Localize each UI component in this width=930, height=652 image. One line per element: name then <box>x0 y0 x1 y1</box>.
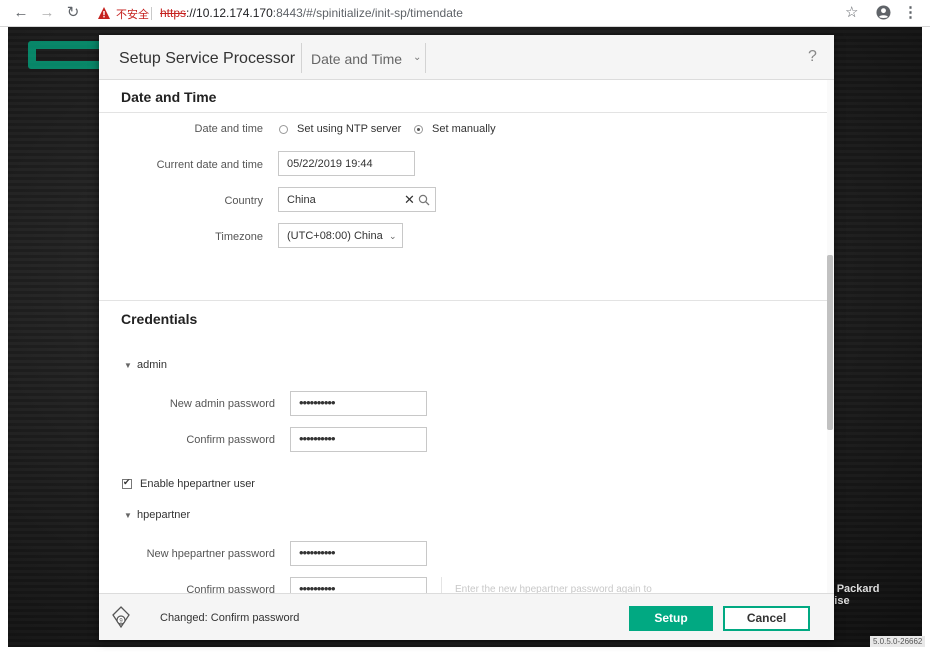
country-label: Country <box>224 195 263 207</box>
enable-hpepartner-label[interactable]: Enable hpepartner user <box>140 478 255 490</box>
clear-icon[interactable]: ✕ <box>404 192 415 208</box>
enable-hpepartner-checkbox[interactable] <box>122 477 132 489</box>
warning-triangle-icon[interactable] <box>97 6 111 20</box>
admin-new-password-input[interactable]: •••••••••• <box>290 391 427 416</box>
dialog-footer: 9 Changed: Confirm password Setup Cancel <box>99 593 834 640</box>
chevron-down-icon[interactable]: ⌄ <box>389 231 397 242</box>
credentials-section-title: Credentials <box>121 311 198 327</box>
browser-menu-icon[interactable]: ⋮ <box>903 3 918 21</box>
admin-group-toggle[interactable]: admin <box>137 359 167 371</box>
admin-new-password-label: New admin password <box>169 398 275 410</box>
header-divider <box>301 43 302 73</box>
manual-option-label[interactable]: Set manually <box>432 123 496 135</box>
current-date-time-input[interactable]: 05/22/2019 19:44 <box>278 151 415 176</box>
hpepartner-group-toggle[interactable]: hpepartner <box>137 509 190 521</box>
forward-arrow-icon[interactable]: → <box>38 4 56 22</box>
brand-line-2: rise <box>830 595 850 607</box>
address-separator <box>151 7 152 20</box>
brand-text: t Packard rise <box>830 583 880 607</box>
back-arrow-icon[interactable]: ← <box>12 4 30 22</box>
country-value: China <box>287 194 316 206</box>
bookmark-star-icon[interactable]: ☆ <box>845 3 858 21</box>
insecure-label[interactable]: 不安全 <box>116 6 149 22</box>
cancel-button[interactable]: Cancel <box>723 606 810 631</box>
account-icon[interactable] <box>876 5 891 20</box>
url-host: ://10.12.174.170 <box>186 6 273 20</box>
ntp-option-label[interactable]: Set using NTP server <box>297 123 401 135</box>
brand-line-1: t Packard <box>830 583 880 595</box>
scrollbar-thumb[interactable] <box>827 255 833 430</box>
collapse-triangle-icon[interactable]: ▼ <box>124 511 132 520</box>
date-time-mode-label: Date and time <box>194 123 263 135</box>
change-status: Changed: Confirm password <box>160 612 300 624</box>
timezone-label: Timezone <box>215 231 263 243</box>
dialog-header: Setup Service Processor Date and Time ⌄ … <box>99 35 834 80</box>
url-path: :8443/#/spinitialize/init-sp/timendate <box>272 6 463 20</box>
hpepartner-new-password-label: New hpepartner password <box>146 548 275 560</box>
hpepartner-new-password-input[interactable]: •••••••••• <box>290 541 427 566</box>
hpepartner-confirm-password-input[interactable]: •••••••••• <box>290 577 427 593</box>
version-badge: 5.0.5.0-26662 <box>870 636 926 647</box>
dialog-body[interactable]: Date and Time Date and time Set using NT… <box>99 80 834 593</box>
search-icon[interactable] <box>418 194 430 206</box>
date-time-section-title: Date and Time <box>121 89 217 105</box>
dialog-title: Setup Service Processor <box>119 50 296 67</box>
address-bar[interactable]: https://10.12.174.170:8443/#/spinitializ… <box>160 6 463 20</box>
hint-pointer <box>441 577 442 593</box>
hpepartner-confirm-password-label: Confirm password <box>186 584 275 593</box>
url-scheme: https <box>160 6 187 20</box>
collapse-triangle-icon[interactable]: ▼ <box>124 361 132 370</box>
help-icon[interactable]: ? <box>808 48 817 66</box>
ntp-radio[interactable] <box>279 125 288 134</box>
location-pin-icon[interactable]: 9 <box>110 605 132 629</box>
section-divider <box>99 112 828 113</box>
reload-icon[interactable]: ↻ <box>64 4 82 22</box>
hpe-logo-mark <box>28 41 108 69</box>
setup-dialog: Setup Service Processor Date and Time ⌄ … <box>99 35 834 640</box>
setup-button[interactable]: Setup <box>629 606 713 631</box>
timezone-value: (UTC+08:00) China <box>287 230 383 242</box>
section-divider <box>99 300 828 301</box>
timezone-select[interactable]: (UTC+08:00) China <box>278 223 403 248</box>
browser-toolbar: ← → ↻ 不安全 https://10.12.174.170:8443/#/s… <box>0 0 930 27</box>
chevron-down-icon[interactable]: ⌄ <box>413 52 421 63</box>
admin-confirm-password-input[interactable]: •••••••••• <box>290 427 427 452</box>
admin-confirm-password-label: Confirm password <box>186 434 275 446</box>
step-selector[interactable]: Date and Time <box>311 51 402 67</box>
manual-radio[interactable] <box>414 125 423 134</box>
hpepartner-confirm-hint: Enter the new hpepartner password again … <box>455 584 652 593</box>
current-date-time-label: Current date and time <box>156 159 263 171</box>
header-divider-2 <box>425 43 426 73</box>
